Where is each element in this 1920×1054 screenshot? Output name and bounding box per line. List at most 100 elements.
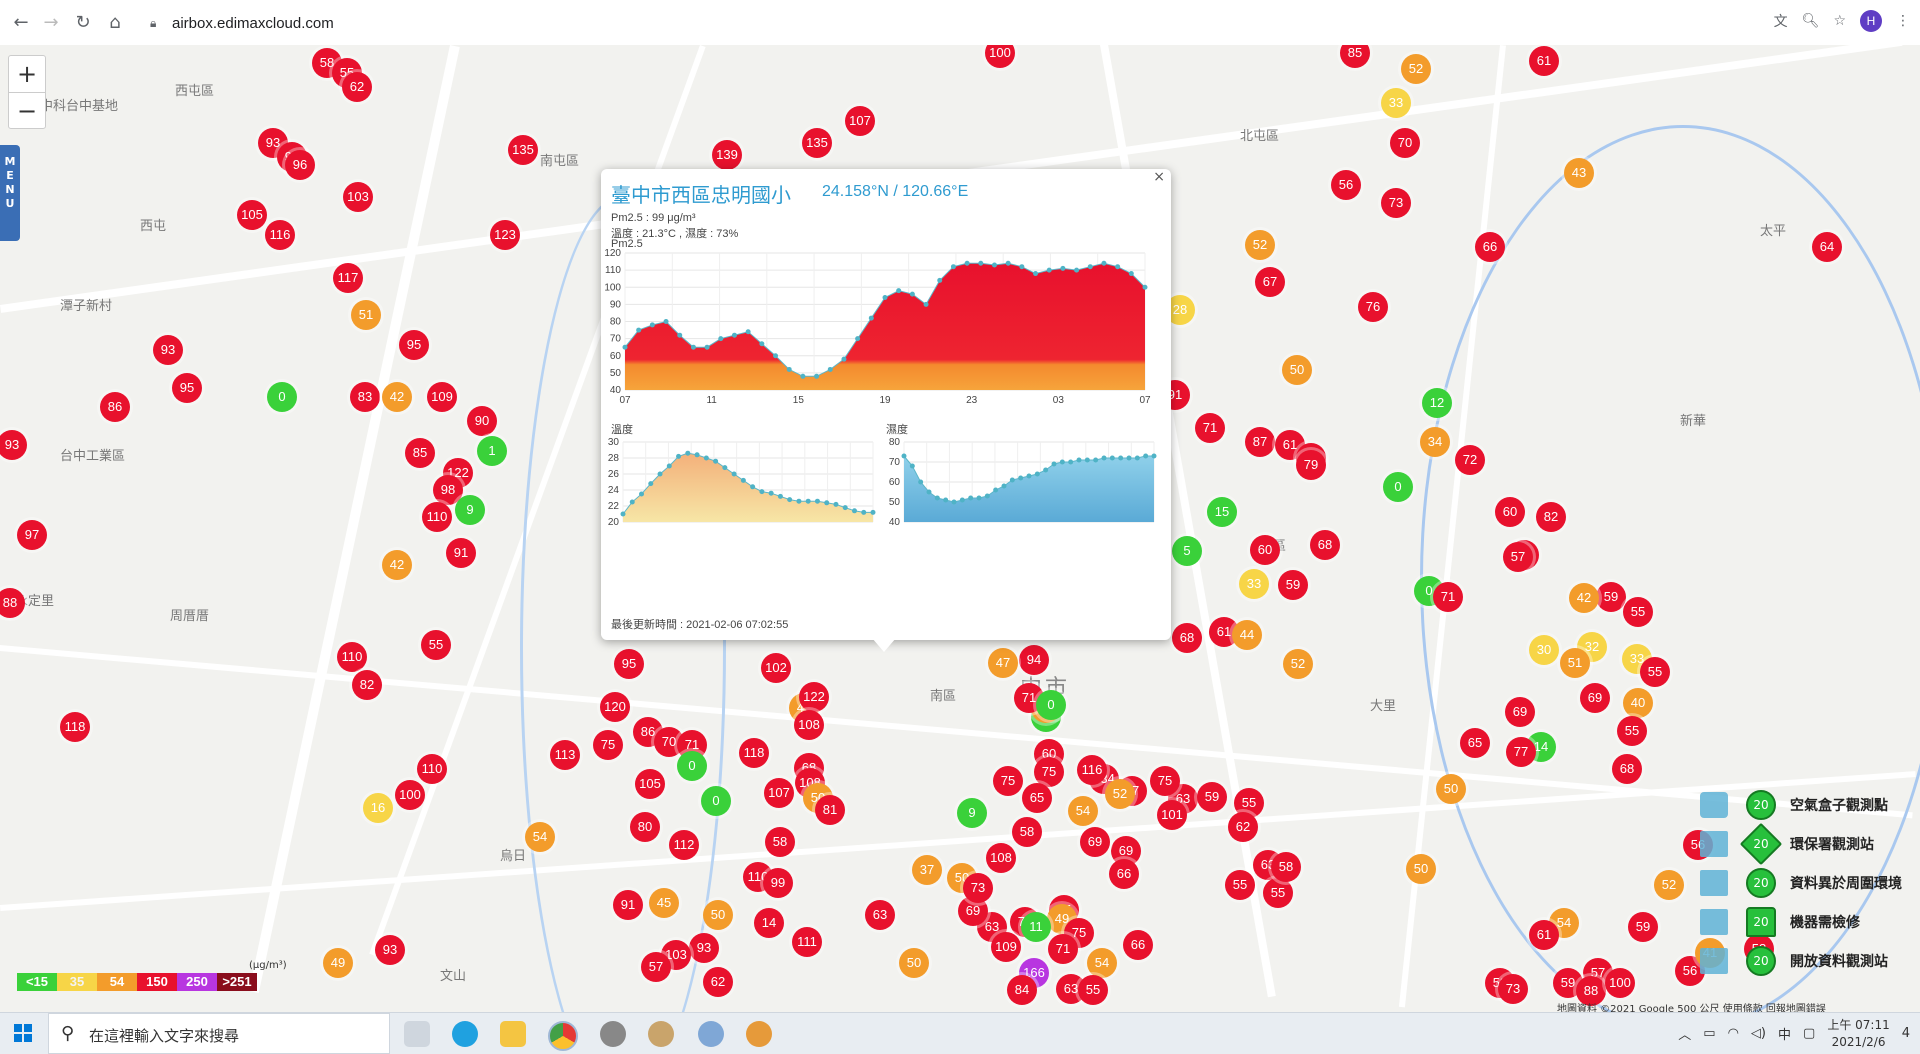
station-marker[interactable]: 52 <box>1245 230 1275 260</box>
notification-badge[interactable]: 4 <box>1902 1026 1910 1041</box>
station-marker[interactable]: 0 <box>677 751 707 781</box>
station-marker[interactable]: 100 <box>985 45 1015 68</box>
station-marker[interactable]: 123 <box>490 220 520 250</box>
station-marker[interactable]: 59 <box>1197 782 1227 812</box>
station-marker[interactable]: 51 <box>351 300 381 330</box>
station-marker[interactable]: 110 <box>337 642 367 672</box>
station-marker[interactable]: 102 <box>761 653 791 683</box>
station-marker[interactable]: 107 <box>764 778 794 808</box>
station-marker[interactable]: 50 <box>1406 854 1436 884</box>
station-marker[interactable]: 62 <box>703 967 733 997</box>
station-marker[interactable]: 84 <box>1007 975 1037 1005</box>
station-marker[interactable]: 82 <box>1536 502 1566 532</box>
station-marker[interactable]: 15 <box>1207 497 1237 527</box>
station-marker[interactable]: 87 <box>1245 427 1275 457</box>
station-marker[interactable]: 66 <box>1109 859 1139 889</box>
station-marker[interactable]: 44 <box>1232 620 1262 650</box>
translate-icon[interactable]: 文 <box>1774 11 1788 31</box>
station-marker[interactable]: 79 <box>1296 450 1326 480</box>
station-marker[interactable]: 91 <box>613 890 643 920</box>
station-marker[interactable]: 66 <box>1475 232 1505 262</box>
station-marker[interactable]: 16 <box>363 793 393 823</box>
station-marker[interactable]: 73 <box>1381 188 1411 218</box>
station-marker[interactable]: 93 <box>153 335 183 365</box>
station-marker[interactable]: 55 <box>1263 878 1293 908</box>
station-marker[interactable]: 100 <box>395 780 425 810</box>
station-marker[interactable]: 50 <box>1436 774 1466 804</box>
station-marker[interactable]: 81 <box>815 795 845 825</box>
chrome-icon[interactable] <box>548 1021 578 1051</box>
input-mode-icon[interactable]: ▢ <box>1803 1026 1815 1041</box>
station-marker[interactable]: 14 <box>754 908 784 938</box>
station-marker[interactable]: 118 <box>60 712 90 742</box>
station-marker[interactable]: 33 <box>1381 88 1411 118</box>
station-marker[interactable]: 109 <box>991 932 1021 962</box>
station-marker[interactable]: 68 <box>1310 530 1340 560</box>
station-marker[interactable]: 99 <box>763 868 793 898</box>
station-marker[interactable]: 97 <box>17 520 47 550</box>
map-canvas[interactable]: 中科台中基地西屯區南屯區北屯區北區東區南區中市太平大里烏日文山永定里周厝厝潭子新… <box>0 45 1920 1012</box>
station-marker[interactable]: 82 <box>352 670 382 700</box>
station-marker[interactable]: 52 <box>1105 779 1135 809</box>
station-marker[interactable]: 85 <box>405 438 435 468</box>
station-marker[interactable]: 77 <box>1506 737 1536 767</box>
ime-indicator[interactable]: 中 <box>1778 1024 1791 1043</box>
back-icon[interactable]: ← <box>10 12 32 34</box>
station-marker[interactable]: 73 <box>963 873 993 903</box>
station-marker[interactable]: 0 <box>701 786 731 816</box>
station-marker[interactable]: 90 <box>467 406 497 436</box>
station-marker[interactable]: 55 <box>1225 870 1255 900</box>
station-marker[interactable]: 69 <box>1505 697 1535 727</box>
station-marker[interactable]: 60 <box>1250 535 1280 565</box>
station-marker[interactable]: 135 <box>802 128 832 158</box>
station-marker[interactable]: 73 <box>1498 974 1528 1004</box>
station-marker[interactable]: 65 <box>1460 728 1490 758</box>
station-marker[interactable]: 59 <box>1596 582 1626 612</box>
station-marker[interactable]: 108 <box>794 710 824 740</box>
station-marker[interactable]: 101 <box>1157 800 1187 830</box>
station-marker[interactable]: 45 <box>649 888 679 918</box>
bookmark-star-icon[interactable]: ☆ <box>1833 13 1846 29</box>
station-marker[interactable]: 70 <box>1390 128 1420 158</box>
battery-icon[interactable]: ▭ <box>1703 1026 1715 1041</box>
station-marker[interactable]: 65 <box>1022 783 1052 813</box>
station-marker[interactable]: 55 <box>1640 657 1670 687</box>
station-marker[interactable]: 88 <box>0 588 25 618</box>
station-marker[interactable]: 57 <box>1503 542 1533 572</box>
station-marker[interactable]: 139 <box>712 140 742 170</box>
station-marker[interactable]: 51 <box>1560 648 1590 678</box>
station-marker[interactable]: 0 <box>1383 472 1413 502</box>
address-bar[interactable]: 🔒︎ airbox.edimaxcloud.com <box>142 8 1762 38</box>
task-view-icon[interactable] <box>404 1021 430 1047</box>
forward-icon[interactable]: → <box>40 12 62 34</box>
station-marker[interactable]: 62 <box>1228 812 1258 842</box>
station-marker[interactable]: 59 <box>1278 570 1308 600</box>
taskbar-search-box[interactable]: ⚲ 在這裡輸入文字來搜尋 <box>48 1013 390 1054</box>
station-marker[interactable]: 105 <box>635 769 665 799</box>
station-marker[interactable]: 86 <box>100 392 130 422</box>
app-icon-2[interactable] <box>648 1021 674 1047</box>
station-marker[interactable]: 135 <box>508 135 538 165</box>
station-marker[interactable]: 54 <box>1087 948 1117 978</box>
menu-tab[interactable]: MENU <box>0 145 20 241</box>
station-marker[interactable]: 0 <box>1036 690 1066 720</box>
wifi-icon[interactable]: ◠ <box>1728 1026 1739 1041</box>
station-marker[interactable]: 61 <box>1529 920 1559 950</box>
reload-icon[interactable]: ↻ <box>72 12 94 34</box>
station-marker[interactable]: 61 <box>1529 46 1559 76</box>
station-marker[interactable]: 76 <box>1358 292 1388 322</box>
station-marker[interactable]: 55 <box>421 630 451 660</box>
station-marker[interactable]: 67 <box>1255 267 1285 297</box>
clock[interactable]: 上午 07:11 2021/2/6 <box>1827 1017 1889 1051</box>
station-marker[interactable]: 52 <box>1283 649 1313 679</box>
station-marker[interactable]: 47 <box>988 648 1018 678</box>
station-marker[interactable]: 54 <box>525 822 555 852</box>
station-marker[interactable]: 42 <box>382 550 412 580</box>
station-marker[interactable]: 116 <box>1077 755 1107 785</box>
home-icon[interactable]: ⌂ <box>104 12 126 34</box>
station-marker[interactable]: 71 <box>1195 413 1225 443</box>
edge-icon[interactable] <box>452 1021 478 1047</box>
station-marker[interactable]: 108 <box>986 843 1016 873</box>
station-marker[interactable]: 58 <box>765 827 795 857</box>
station-marker[interactable]: 118 <box>739 738 769 768</box>
